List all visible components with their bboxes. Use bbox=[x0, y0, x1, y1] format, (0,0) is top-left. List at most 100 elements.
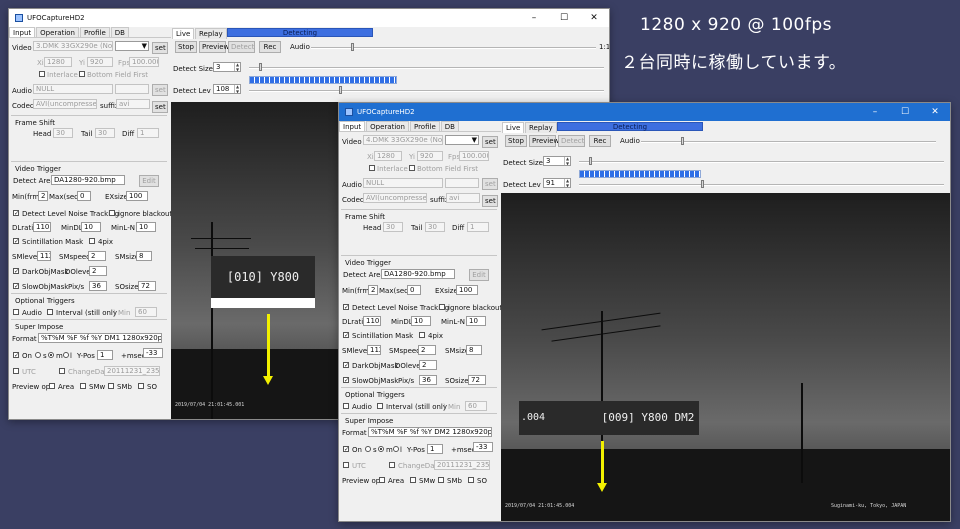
tab-replay[interactable]: Replay bbox=[525, 122, 557, 133]
changedate-checkbox[interactable] bbox=[59, 368, 65, 374]
size-s-radio[interactable] bbox=[35, 352, 41, 358]
opt-min-field[interactable]: 60 bbox=[465, 401, 487, 411]
noise-tracking-checkbox[interactable]: ✓ bbox=[343, 304, 349, 311]
sosize-field[interactable]: 72 bbox=[468, 375, 486, 385]
size-s-radio[interactable] bbox=[365, 446, 371, 452]
dlratio-field[interactable]: 110 bbox=[363, 316, 381, 326]
max-sec-field[interactable]: 0 bbox=[407, 285, 421, 295]
codec-set-button[interactable]: set bbox=[152, 101, 168, 113]
tab-operation[interactable]: Operation bbox=[36, 27, 79, 37]
smsize-field[interactable]: 8 bbox=[136, 251, 152, 261]
video-set-button[interactable]: set bbox=[482, 136, 498, 148]
head-field[interactable]: 30 bbox=[383, 222, 403, 232]
spin-arrows-icon[interactable]: ▲ ▼ bbox=[564, 157, 570, 165]
detect-lev-slider[interactable] bbox=[579, 184, 944, 186]
title-bar[interactable]: UFOCaptureHD2 – ☐ ✕ bbox=[9, 9, 609, 27]
detect-lev-field[interactable]: 108 ▲ ▼ bbox=[213, 84, 241, 94]
slowobj-checkbox[interactable]: ✓ bbox=[343, 377, 349, 384]
video-device-select[interactable]: 3.DMK 33GX290e (No. 1) bbox=[33, 41, 113, 51]
detect-lev-thumb[interactable] bbox=[701, 180, 704, 188]
xi-field[interactable]: 1280 bbox=[374, 151, 402, 161]
codec-set-button[interactable]: set bbox=[482, 195, 498, 207]
tab-db[interactable]: DB bbox=[110, 27, 129, 37]
preview-button[interactable]: Preview bbox=[529, 135, 559, 147]
minimize-icon[interactable]: – bbox=[860, 103, 890, 121]
sosize-field[interactable]: 72 bbox=[138, 281, 156, 291]
preview-smw-checkbox[interactable] bbox=[80, 383, 86, 389]
bottom-first-checkbox[interactable] bbox=[79, 71, 85, 77]
detect-area-field[interactable]: DA1280-920.bmp bbox=[381, 269, 455, 279]
codec-select[interactable]: AVI(uncompressed bbox=[363, 193, 427, 203]
spin-arrows-icon[interactable]: ▲ ▼ bbox=[234, 63, 240, 71]
minln-field[interactable]: 10 bbox=[466, 316, 486, 326]
min-frm-field[interactable]: 2 bbox=[368, 285, 378, 295]
preview-button[interactable]: Preview bbox=[199, 41, 229, 53]
on-checkbox[interactable]: ✓ bbox=[343, 446, 349, 453]
maximize-icon[interactable]: ☐ bbox=[890, 103, 920, 121]
tab-operation[interactable]: Operation bbox=[366, 121, 409, 131]
detect-area-field[interactable]: DA1280-920.bmp bbox=[51, 175, 125, 185]
audio-select[interactable]: NULL bbox=[363, 178, 443, 188]
max-sec-field[interactable]: 0 bbox=[77, 191, 91, 201]
noise-tracking-checkbox[interactable]: ✓ bbox=[13, 210, 19, 217]
changedate-field[interactable]: 20111231_235959 bbox=[434, 460, 490, 470]
fourpix-checkbox[interactable] bbox=[419, 332, 425, 338]
tab-replay[interactable]: Replay bbox=[195, 28, 227, 39]
pixs-field[interactable]: 36 bbox=[89, 281, 107, 291]
stop-button[interactable]: Stop bbox=[505, 135, 527, 147]
fps-field[interactable]: 100.000 bbox=[459, 151, 489, 161]
dolevel-field[interactable]: 2 bbox=[419, 360, 437, 370]
mindl-field[interactable]: 10 bbox=[81, 222, 101, 232]
opt-interval-checkbox[interactable] bbox=[47, 309, 53, 315]
tail-field[interactable]: 30 bbox=[95, 128, 115, 138]
smlevel-field[interactable]: 112 bbox=[367, 345, 381, 355]
darkobj-checkbox[interactable]: ✓ bbox=[13, 268, 19, 275]
fps-field[interactable]: 100.000 bbox=[129, 57, 159, 67]
detect-lev-slider[interactable] bbox=[249, 90, 604, 92]
utc-checkbox[interactable] bbox=[13, 368, 19, 374]
bottom-first-checkbox[interactable] bbox=[409, 165, 415, 171]
min-frm-field[interactable]: 2 bbox=[38, 191, 48, 201]
head-field[interactable]: 30 bbox=[53, 128, 73, 138]
detect-size-slider[interactable] bbox=[579, 161, 944, 163]
exsize-field[interactable]: 100 bbox=[126, 191, 148, 201]
diff-field[interactable]: 1 bbox=[137, 128, 159, 138]
detect-button[interactable]: Detect bbox=[558, 135, 585, 147]
changedate-checkbox[interactable] bbox=[389, 462, 395, 468]
spin-arrows-icon[interactable]: ▲ ▼ bbox=[564, 179, 570, 187]
suffix-field[interactable]: avi bbox=[446, 193, 480, 203]
preview-smb-checkbox[interactable] bbox=[438, 477, 444, 483]
tab-input[interactable]: Input bbox=[9, 27, 36, 37]
detect-size-slider[interactable] bbox=[249, 67, 604, 69]
msec-field[interactable]: -33 bbox=[143, 348, 163, 358]
size-m-radio[interactable] bbox=[378, 446, 384, 452]
audio-slider-track[interactable] bbox=[641, 141, 936, 143]
stop-button[interactable]: Stop bbox=[175, 41, 197, 53]
ypos-field[interactable]: 1 bbox=[427, 444, 443, 454]
detect-size-field[interactable]: 3 ▲ ▼ bbox=[213, 62, 241, 72]
preview-area-checkbox[interactable] bbox=[379, 477, 385, 483]
video-format-select[interactable]: ▼ bbox=[115, 41, 149, 51]
title-bar[interactable]: UFOCaptureHD2 – ☐ ✕ bbox=[339, 103, 950, 121]
format-field[interactable]: %T%M %F %f %Y DM1 1280x920p 100.00 bbox=[38, 333, 162, 343]
darkobj-checkbox[interactable]: ✓ bbox=[343, 362, 349, 369]
audio-set-button[interactable]: set bbox=[482, 178, 498, 190]
audio-format-select[interactable] bbox=[115, 84, 149, 94]
preview-area-checkbox[interactable] bbox=[49, 383, 55, 389]
detect-lev-field[interactable]: 91 ▲ ▼ bbox=[543, 178, 571, 188]
maximize-icon[interactable]: ☐ bbox=[549, 9, 579, 27]
yi-field[interactable]: 920 bbox=[417, 151, 443, 161]
slowobj-checkbox[interactable]: ✓ bbox=[13, 283, 19, 290]
on-checkbox[interactable]: ✓ bbox=[13, 352, 19, 359]
edit-button[interactable]: Edit bbox=[469, 269, 489, 281]
interlace-checkbox[interactable] bbox=[39, 71, 45, 77]
smspeed-field[interactable]: 2 bbox=[88, 251, 106, 261]
opt-audio-checkbox[interactable] bbox=[13, 309, 19, 315]
video-device-select[interactable]: 4.DMK 33GX290e (No. 2) bbox=[363, 135, 443, 145]
preview-smb-checkbox[interactable] bbox=[108, 383, 114, 389]
diff-field[interactable]: 1 bbox=[467, 222, 489, 232]
ignore-blackout-checkbox[interactable] bbox=[439, 304, 445, 310]
fourpix-checkbox[interactable] bbox=[89, 238, 95, 244]
audio-slider-thumb[interactable] bbox=[351, 43, 354, 51]
smsize-field[interactable]: 8 bbox=[466, 345, 482, 355]
